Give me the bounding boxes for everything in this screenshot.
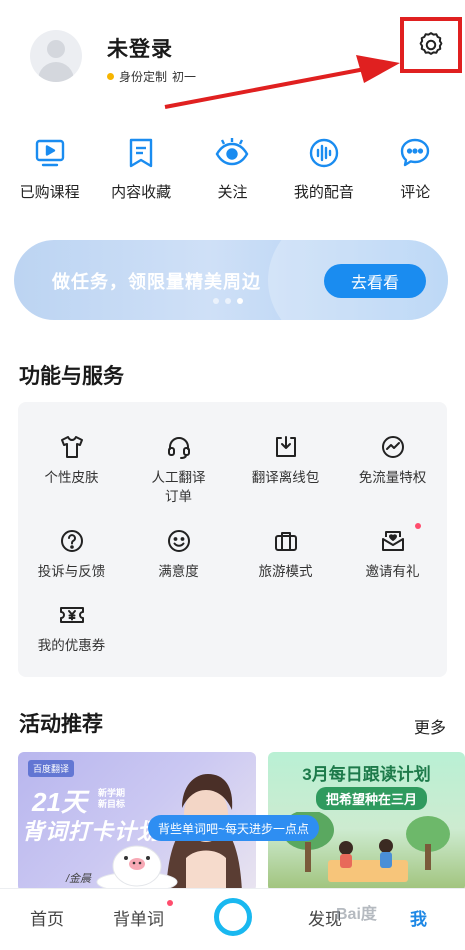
service-label: 翻译离线包 bbox=[251, 470, 320, 485]
avatar[interactable] bbox=[30, 30, 82, 82]
card2-subtitle: 把希望种在三月 bbox=[316, 787, 428, 810]
download-icon bbox=[271, 432, 301, 462]
tshirt-icon bbox=[57, 432, 87, 462]
nav-center-ring-icon[interactable] bbox=[214, 898, 252, 936]
coupon-yen-icon bbox=[57, 600, 87, 630]
service-human-translation[interactable]: 人工翻译 订单 bbox=[125, 432, 232, 522]
smile-icon bbox=[164, 526, 194, 556]
card-tagline: 新学期 新目标 bbox=[98, 788, 126, 809]
mascot-speech-bubble[interactable]: 背些单词吧~每天进步一点点 bbox=[148, 815, 320, 841]
quick-label: 已购课程 bbox=[19, 184, 80, 201]
service-skin[interactable]: 个性皮肤 bbox=[18, 432, 125, 522]
quick-label: 关注 bbox=[217, 184, 248, 201]
nav-vocab[interactable]: 背单词 bbox=[113, 905, 164, 930]
service-invite[interactable]: 邀请有礼 bbox=[339, 523, 446, 616]
service-label: 人工翻译 订单 bbox=[151, 470, 206, 504]
service-travel-mode[interactable]: 旅游模式 bbox=[232, 526, 339, 616]
invite-new-dot bbox=[415, 523, 421, 529]
card-author: /金晨 bbox=[66, 873, 92, 885]
eye-icon bbox=[212, 133, 252, 173]
card-logo: 百度翻译 bbox=[28, 760, 75, 777]
chat-bubble-icon bbox=[395, 133, 435, 173]
quick-favorites[interactable]: 内容收藏 bbox=[96, 133, 186, 202]
settings-highlight-box bbox=[400, 17, 462, 73]
play-video-icon bbox=[30, 133, 70, 173]
envelope-heart-icon bbox=[378, 526, 408, 556]
service-label: 个性皮肤 bbox=[44, 470, 99, 485]
service-satisfaction[interactable]: 满意度 bbox=[125, 526, 232, 616]
identity-dot-icon bbox=[107, 73, 114, 80]
service-free-traffic[interactable]: 免流量特权 bbox=[339, 432, 446, 522]
service-coupons[interactable]: 我的优惠券 bbox=[18, 600, 125, 690]
more-link[interactable]: 更多 bbox=[414, 714, 446, 738]
services-title: 功能与服务 bbox=[19, 365, 124, 388]
card2-title: 3月每日跟读计划 bbox=[302, 765, 431, 784]
quick-label: 内容收藏 bbox=[111, 184, 172, 201]
bookmark-icon bbox=[121, 133, 161, 173]
voice-wave-icon bbox=[304, 133, 344, 173]
quick-comments[interactable]: 评论 bbox=[370, 133, 460, 202]
service-label: 免流量特权 bbox=[358, 470, 427, 485]
quick-follow[interactable]: 关注 bbox=[187, 133, 277, 202]
banner-text: 做任务，领限量精美周边 bbox=[52, 272, 261, 292]
activities-title: 活动推荐 bbox=[19, 713, 103, 736]
service-label: 投诉与反馈 bbox=[37, 564, 106, 579]
service-label: 满意度 bbox=[158, 564, 199, 579]
suitcase-icon bbox=[271, 526, 301, 556]
service-offline-pack[interactable]: 翻译离线包 bbox=[232, 432, 339, 522]
service-label: 旅游模式 bbox=[258, 564, 313, 579]
red-arrow-annotation bbox=[164, 55, 400, 109]
quick-actions: 已购课程 内容收藏 关注 我的配音 评论 bbox=[0, 133, 465, 202]
question-icon bbox=[57, 526, 87, 556]
nav-home[interactable]: 首页 bbox=[30, 905, 64, 930]
quick-purchased-courses[interactable]: 已购课程 bbox=[5, 133, 95, 202]
gear-icon[interactable] bbox=[416, 30, 446, 60]
services-panel: 个性皮肤 人工翻译 订单 翻译离线包 免流量特权 投诉与反馈 满意度 旅游模式 … bbox=[18, 402, 447, 677]
mascot-icon[interactable] bbox=[96, 842, 178, 892]
banner-button[interactable]: 去看看 bbox=[324, 264, 426, 298]
headset-icon bbox=[164, 432, 194, 462]
quick-label: 我的配音 bbox=[293, 184, 354, 201]
traffic-icon bbox=[378, 432, 408, 462]
service-label: 我的优惠券 bbox=[37, 638, 106, 653]
service-label: 邀请有礼 bbox=[365, 564, 420, 579]
quick-label: 评论 bbox=[400, 184, 431, 201]
vocab-badge-dot bbox=[167, 900, 173, 906]
nav-me[interactable]: 我 bbox=[410, 905, 427, 930]
banner-pagination bbox=[213, 298, 243, 304]
quick-my-dubbing[interactable]: 我的配音 bbox=[279, 133, 369, 202]
watermark: Bai度 bbox=[336, 906, 377, 923]
